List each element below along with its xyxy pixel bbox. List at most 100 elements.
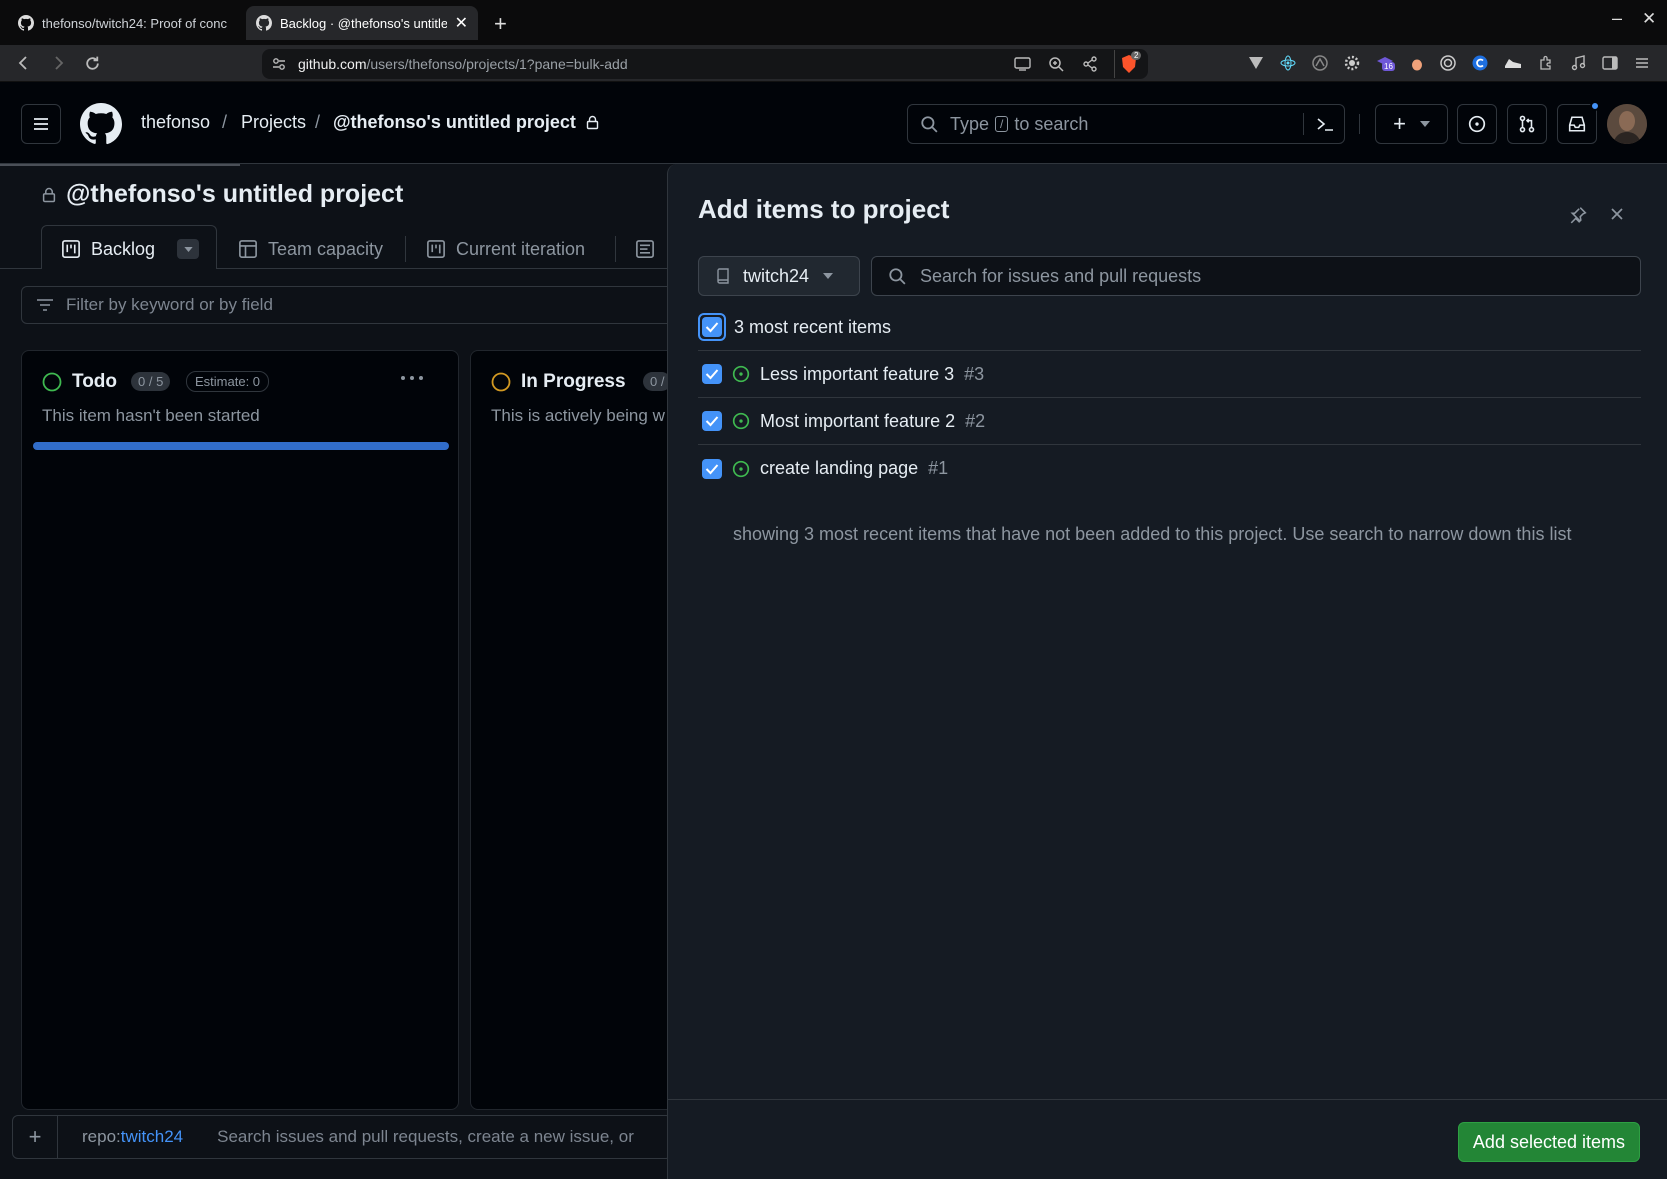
list-item[interactable]: create landing page #1 [698, 445, 1641, 492]
tab-label: Current iteration [456, 238, 586, 259]
select-all-checkbox[interactable] [698, 313, 726, 341]
pane-footer: Add selected items [668, 1099, 1667, 1179]
table-icon [239, 240, 257, 258]
minimize-window-icon[interactable]: – [1612, 8, 1622, 29]
brave-shields-icon[interactable]: 2 [1120, 51, 1142, 74]
item-checkbox[interactable] [702, 364, 722, 384]
column-description: This item hasn't been started [42, 406, 260, 425]
tab-close-icon[interactable]: ✕ [455, 13, 468, 33]
status-in-progress-icon [491, 372, 511, 392]
vue-devtools-icon[interactable] [1248, 55, 1264, 71]
item-checkbox[interactable] [702, 458, 722, 479]
caret-down-icon [183, 246, 193, 252]
close-icon[interactable] [1609, 206, 1625, 222]
github-header: thefonso / Projects / @thefonso's untitl… [0, 82, 1667, 164]
filter-icon [37, 299, 53, 311]
notification-dot [1590, 101, 1600, 111]
search-icon [889, 268, 906, 285]
pull-requests-button[interactable] [1507, 104, 1547, 144]
add-item-plus-icon[interactable]: + [23, 1124, 47, 1150]
column-title: In Progress [521, 371, 626, 392]
pin-icon[interactable] [1569, 206, 1587, 224]
settings-extension-icon[interactable] [1344, 55, 1360, 71]
new-tab-icon[interactable]: + [494, 11, 507, 37]
add-selected-items-button[interactable]: Add selected items [1457, 1122, 1640, 1162]
board-icon [62, 240, 80, 258]
add-item-placeholder: Search issues and pull requests, create … [217, 1127, 634, 1146]
potion-extension-icon[interactable] [1410, 55, 1424, 71]
reload-icon[interactable] [84, 55, 101, 72]
browser-tab-active[interactable]: Backlog · @thefonso's untitled ✕ [246, 6, 478, 40]
roadmap-icon[interactable] [635, 239, 655, 259]
view-options-button[interactable] [177, 239, 200, 259]
repo-selector-button[interactable]: twitch24 [698, 256, 860, 296]
github-logo-icon[interactable] [80, 103, 122, 145]
global-search-input[interactable]: Type / to search [907, 104, 1345, 144]
sneaker-extension-icon[interactable] [1504, 55, 1522, 71]
breadcrumb-owner[interactable]: thefonso [141, 112, 210, 133]
close-window-icon[interactable]: ✕ [1642, 9, 1656, 29]
repo-selector-label: twitch24 [743, 265, 810, 286]
select-all-label: 3 most recent items [734, 316, 892, 337]
breadcrumb-separator: / [315, 112, 321, 132]
graduation-extension-icon[interactable]: 16 [1376, 55, 1395, 71]
page-title: @thefonso's untitled project [66, 180, 404, 208]
browser-toolbar: github.com/users/thefonso/projects/1?pan… [0, 45, 1667, 82]
browser-tab-bar: thefonso/twitch24: Proof of conc Backlog… [0, 0, 1667, 45]
share-icon[interactable] [1082, 56, 1098, 72]
privacy-extension-icon[interactable] [1312, 55, 1328, 71]
back-icon[interactable] [16, 55, 32, 71]
create-new-button[interactable]: + [1375, 104, 1448, 144]
item-number: #3 [964, 363, 985, 384]
issue-search-input[interactable]: Search for issues and pull requests [871, 256, 1641, 296]
item-title: create landing page [760, 458, 919, 478]
list-item[interactable]: Less important feature 3 #3 [698, 351, 1641, 398]
tab-current-iteration[interactable]: Current iteration [426, 228, 585, 270]
check-icon [705, 463, 719, 474]
plus-icon: + [1393, 111, 1406, 136]
item-checkbox[interactable] [702, 411, 722, 431]
caret-down-icon [823, 273, 834, 279]
select-all-row: 3 most recent items [698, 304, 1641, 351]
filter-input[interactable]: Filter by keyword or by field [21, 286, 681, 324]
column-progress-bar [33, 442, 449, 450]
open-issue-icon [732, 365, 750, 383]
breadcrumb-project[interactable]: @thefonso's untitled project [333, 112, 576, 133]
board-icon [427, 240, 445, 258]
tab-backlog[interactable]: Backlog [61, 228, 200, 270]
cast-icon[interactable] [1014, 56, 1031, 72]
site-settings-icon[interactable] [272, 57, 286, 71]
browser-menu-icon[interactable] [1634, 55, 1650, 71]
tab-team-capacity[interactable]: Team capacity [238, 228, 383, 270]
zoom-icon[interactable] [1048, 56, 1064, 72]
inbox-button[interactable] [1557, 101, 1600, 144]
c-extension-icon[interactable] [1472, 55, 1488, 71]
extension-badge: 16 [1382, 62, 1395, 71]
hamburger-menu-button[interactable] [21, 104, 61, 144]
caret-down-icon [1419, 121, 1430, 127]
add-items-pane: Add items to project twitch24 Search for… [667, 164, 1667, 1179]
react-devtools-icon[interactable] [1280, 55, 1296, 71]
lock-icon [586, 115, 599, 130]
kebab-menu-icon[interactable] [400, 375, 424, 381]
search-placeholder-suffix: to search [1014, 113, 1089, 134]
target-extension-icon[interactable] [1440, 55, 1456, 71]
extensions-puzzle-icon[interactable] [1538, 55, 1554, 71]
repo-icon [717, 268, 729, 284]
item-number: #2 [965, 410, 986, 431]
column-title: Todo [72, 371, 118, 392]
address-bar[interactable]: github.com/users/thefonso/projects/1?pan… [262, 49, 1148, 79]
add-item-bar[interactable]: + repo: twitch24 Search issues and pull r… [12, 1115, 672, 1159]
issues-button[interactable] [1457, 104, 1497, 144]
avatar[interactable] [1607, 104, 1647, 144]
list-item[interactable]: Most important feature 2 #2 [698, 398, 1641, 445]
pull-request-icon [1519, 115, 1535, 133]
command-palette-icon[interactable] [1316, 116, 1334, 132]
sidebar-toggle-icon[interactable] [1602, 55, 1618, 71]
music-icon[interactable] [1570, 55, 1586, 71]
repo-filter-value[interactable]: twitch24 [121, 1127, 183, 1147]
board-column-todo: Todo 0 / 5 Estimate: 0 This item hasn't … [21, 350, 459, 1110]
breadcrumb-projects[interactable]: Projects [241, 112, 306, 133]
forward-icon[interactable] [50, 55, 66, 71]
browser-tab[interactable]: thefonso/twitch24: Proof of conc [8, 6, 240, 40]
